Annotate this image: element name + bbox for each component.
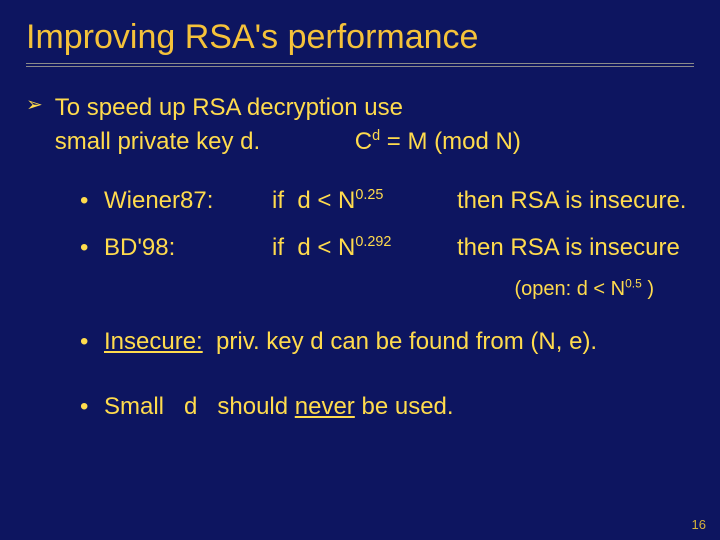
slide-title: Improving RSA's performance	[26, 18, 694, 57]
notes-list: Insecure: priv. key d can be found from …	[26, 325, 694, 425]
attack-name: BD'98:	[104, 231, 272, 266]
attack-condition: if d < N0.292	[272, 231, 457, 266]
attack-row-bd: BD'98: if d < N0.292 then RSA is insecur…	[80, 231, 694, 266]
attack-condition: if d < N0.25	[272, 184, 457, 219]
title-divider	[26, 63, 694, 67]
attack-list: Wiener87: if d < N0.25 then RSA is insec…	[26, 184, 694, 266]
attack-result: then RSA is insecure.	[457, 184, 694, 219]
decrypt-equation: Cd = M (mod N)	[355, 125, 521, 159]
lead-bullet: ➢ To speed up RSA decryption use small p…	[26, 91, 694, 158]
page-number: 16	[692, 517, 706, 532]
attack-name: Wiener87:	[104, 184, 272, 219]
slide: Improving RSA's performance ➢ To speed u…	[0, 0, 720, 424]
warning-never: Small d should never be used.	[80, 390, 694, 425]
attack-row-wiener: Wiener87: if d < N0.25 then RSA is insec…	[80, 184, 694, 219]
lead-line-2: small private key d. Cd = M (mod N)	[55, 125, 694, 159]
open-problem-note: (open: d < N0.5 )	[26, 278, 694, 301]
insecure-definition: Insecure: priv. key d can be found from …	[80, 325, 694, 360]
arrow-icon: ➢	[26, 95, 43, 115]
lead-line-1: To speed up RSA decryption use	[55, 91, 694, 125]
attack-result: then RSA is insecure	[457, 231, 694, 266]
